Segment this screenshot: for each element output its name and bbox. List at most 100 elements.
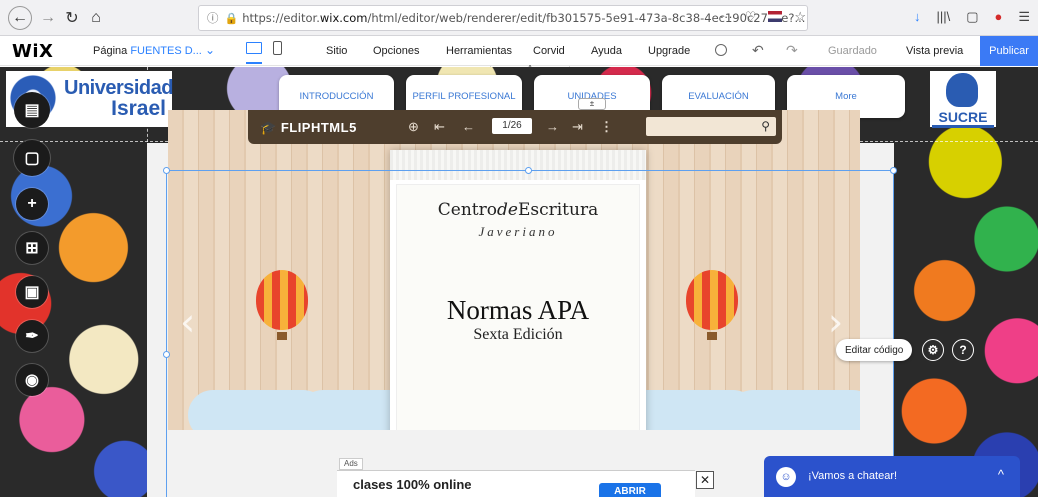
nav-label: EVALUACIÓN [688, 91, 749, 102]
publish-button[interactable]: Publicar [980, 36, 1038, 66]
doc-title-part: de [497, 200, 518, 220]
reload-button[interactable]: ↻ [60, 6, 84, 30]
sidebar-icon[interactable]: ▢ [966, 9, 978, 25]
doc-title-part: Escritura [517, 200, 599, 220]
page-texture [390, 150, 646, 180]
arrow-left-icon: ← [12, 9, 28, 26]
ad-open-button[interactable]: ABRIR [599, 483, 661, 497]
menu-icon[interactable]: ☰ [1018, 9, 1030, 25]
page-actions-icon[interactable]: ··· [720, 9, 733, 25]
wix-editor-toolbar: WiX Página FUENTES D... ⌄ Sitio Opciones… [0, 36, 1038, 76]
plus-icon: + [27, 195, 37, 212]
speech-bubble-icon: ◉ [25, 372, 39, 389]
flipbook-brand: 🎓 FLIPHTML5 [260, 120, 357, 135]
extension-icon[interactable]: ● [994, 9, 1002, 25]
desktop-view-icon[interactable] [246, 42, 262, 54]
ad-text: clases 100% online [353, 477, 472, 492]
chat-widget[interactable]: ☺ ¡Vamos a chatear! ^ [764, 456, 1020, 497]
sucre-logo[interactable]: SUCRE [930, 71, 996, 128]
hot-air-balloon-left [256, 270, 308, 330]
url-bar[interactable]: ⓘ 🔒 https://editor. wix.com/html/editor/w… [198, 5, 808, 31]
flipbook-toolbar: 🎓 FLIPHTML5 ⊕ ⇤ ← 1/26 → ⇥ ⋮ ⚲ [248, 110, 782, 144]
last-page-icon[interactable]: ⇥ [572, 119, 583, 135]
mobile-view-icon[interactable] [273, 41, 282, 55]
sucre-logo-text: SUCRE [932, 109, 994, 128]
help-icon[interactable]: ? [952, 339, 974, 361]
next-page-arrow[interactable]: › [828, 300, 843, 344]
balloon-basket [707, 332, 717, 340]
next-page-icon[interactable]: → [546, 119, 559, 134]
edit-code-button[interactable]: Editar código [836, 339, 913, 361]
blog-button[interactable]: ✒ [16, 320, 48, 352]
downloads-icon[interactable]: ↓ [914, 9, 921, 25]
forward-button[interactable]: → [36, 6, 60, 30]
chevron-up-icon[interactable]: ^ [998, 467, 1004, 482]
prev-page-arrow[interactable]: ‹ [180, 300, 195, 344]
pages-button[interactable]: ▤ [14, 92, 50, 128]
url-actions: ··· ♡ ☆ [720, 9, 806, 25]
page-selector[interactable]: Página FUENTES D... [93, 45, 202, 57]
chat-label: ¡Vamos a chatear! [808, 470, 898, 482]
reload-icon: ↻ [65, 10, 79, 27]
menu-sitio[interactable]: Sitio [326, 45, 347, 57]
flipbook-search-input[interactable]: ⚲ [646, 117, 776, 136]
hot-air-balloon-right [686, 270, 738, 330]
menu-herramientas[interactable]: Herramientas [446, 45, 512, 57]
url-domain: wix.com [319, 11, 368, 25]
zoom-icon[interactable] [715, 44, 727, 56]
background-button[interactable]: ▢ [14, 140, 50, 176]
menu-upgrade[interactable]: Upgrade [648, 45, 690, 57]
url-prefix: https://editor. [242, 11, 320, 25]
media-icon: ▣ [24, 284, 40, 301]
page-indicator-input[interactable]: 1/26 [492, 118, 532, 134]
background-icon: ▢ [24, 150, 40, 167]
previous-page-icon[interactable]: ← [462, 119, 475, 134]
library-icon[interactable]: |||\ [936, 9, 950, 25]
search-icon[interactable]: ⚲ [761, 119, 770, 133]
ad-banner[interactable]: clases 100% online ABRIR [337, 470, 695, 497]
bookmark-star-icon[interactable]: ☆ [794, 9, 806, 25]
nav-label: PERFIL PROFESIONAL [412, 91, 516, 102]
menu-ayuda[interactable]: Ayuda [591, 45, 622, 57]
lock-warning-icon: 🔒 [224, 11, 239, 25]
ads-label: Ads [339, 458, 363, 470]
zoom-in-icon[interactable]: ⊕ [408, 119, 419, 135]
doc-heading: Normas APA [446, 295, 590, 325]
add-button[interactable]: + [16, 188, 48, 220]
doc-subtitle: Javeriano [478, 224, 558, 239]
sucre-head-icon [946, 73, 978, 107]
chevron-down-icon[interactable]: ⌄ [205, 43, 215, 57]
apps-button[interactable]: ⊞ [16, 232, 48, 264]
menu-corvid[interactable]: Corvid [533, 45, 565, 57]
first-page-icon[interactable]: ⇤ [434, 119, 445, 135]
more-options-icon[interactable]: ⋮ [600, 119, 613, 135]
balloon-basket [277, 332, 287, 340]
back-button[interactable]: ← [8, 6, 32, 30]
flipbook-page[interactable]: CentrodeEscritura Javeriano Normas APA S… [390, 150, 646, 430]
pen-nib-icon: ✒ [25, 328, 39, 345]
gear-icon[interactable]: ⚙ [922, 339, 944, 361]
preview-button[interactable]: Vista previa [906, 45, 963, 57]
flipbook-brand-text: FLIPHTML5 [280, 120, 357, 135]
cloud-decoration [728, 390, 860, 430]
pages-icon: ▤ [24, 102, 40, 119]
doc-title-part: Centro [437, 200, 497, 220]
nav-label: INTRODUCCIÓN [299, 91, 374, 102]
chat-tools-button[interactable]: ◉ [16, 364, 48, 396]
flipbook-embed[interactable]: 🎓 FLIPHTML5 ⊕ ⇤ ← 1/26 → ⇥ ⋮ ⚲ ‹ › Centr… [168, 110, 860, 430]
home-button[interactable]: ⌂ [84, 6, 108, 30]
strip-drag-handle[interactable]: ± [578, 98, 606, 110]
undo-icon[interactable]: ↶ [752, 42, 764, 59]
redo-icon[interactable]: ↷ [786, 42, 798, 59]
chat-avatar-icon: ☺ [776, 467, 796, 487]
doc-edition: Sexta Edición [473, 326, 563, 343]
browser-toolbar: ← → ↻ ⌂ ⓘ 🔒 https://editor. wix.com/html/… [0, 0, 1038, 36]
close-icon[interactable]: ✕ [696, 471, 714, 489]
apps-icon: ⊞ [25, 240, 39, 257]
pocket-icon[interactable]: ♡ [745, 9, 757, 25]
media-button[interactable]: ▣ [16, 276, 48, 308]
menu-opciones[interactable]: Opciones [373, 45, 419, 57]
language-flag-icon[interactable] [768, 11, 783, 22]
logo-text-line2: Israel [111, 97, 166, 120]
saved-status: Guardado [828, 45, 877, 57]
